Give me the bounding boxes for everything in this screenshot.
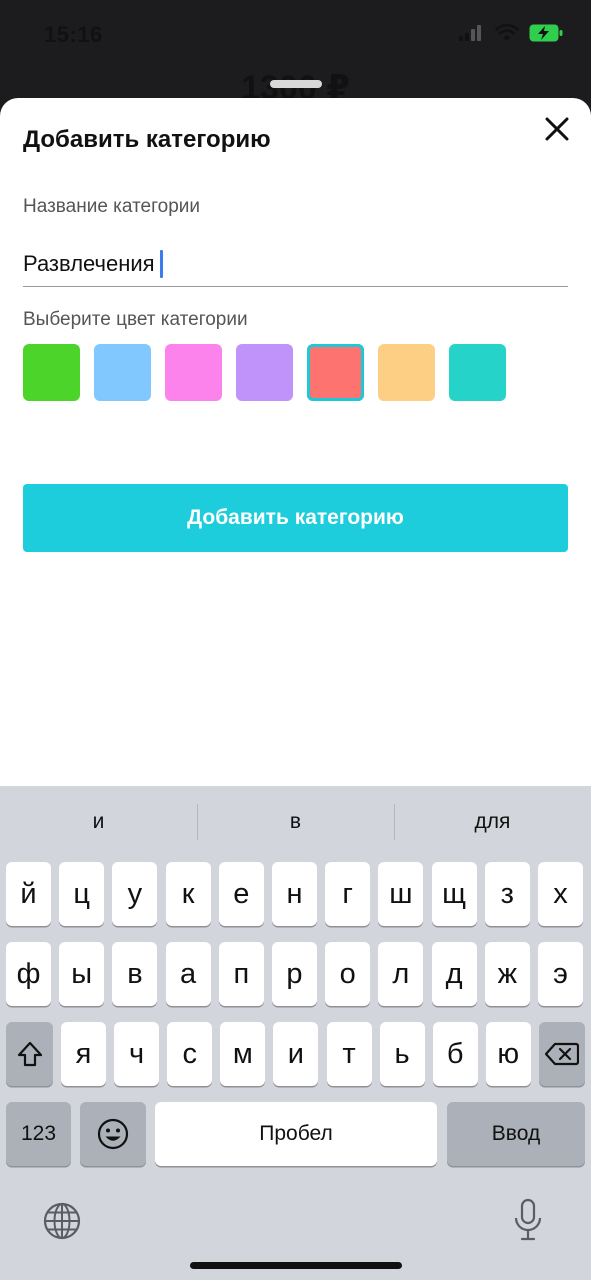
status-icons [459, 24, 563, 42]
add-category-sheet: Добавить категорию Название категории Ра… [0, 98, 591, 788]
return-key[interactable]: Ввод [447, 1102, 585, 1166]
suggestion-item[interactable]: в [197, 802, 394, 842]
status-time: 15:16 [44, 22, 103, 47]
category-name-input[interactable]: Развлечения [23, 241, 568, 287]
key-letter[interactable]: у [112, 862, 158, 926]
microphone-icon [514, 1198, 542, 1241]
color-swatches [23, 344, 506, 401]
home-indicator [190, 1262, 402, 1269]
add-category-button[interactable]: Добавить категорию [23, 484, 568, 552]
key-letter[interactable]: ы [59, 942, 105, 1006]
key-letter[interactable]: э [538, 942, 583, 1006]
key-letter[interactable]: к [165, 862, 211, 926]
status-bar: 15:16 [0, 0, 591, 70]
emoji-key[interactable] [80, 1102, 146, 1166]
key-letter[interactable]: ж [484, 942, 530, 1006]
key-letter[interactable]: щ [431, 862, 477, 926]
key-letter[interactable]: й [6, 862, 51, 926]
key-letter[interactable]: ь [379, 1022, 425, 1086]
color-swatch[interactable] [23, 344, 80, 401]
key-letter[interactable]: ф [6, 942, 51, 1006]
key-letter[interactable]: с [167, 1022, 213, 1086]
dictation-button[interactable] [513, 1198, 543, 1247]
key-letter[interactable]: в [112, 942, 158, 1006]
battery-charging-icon [529, 24, 563, 42]
key-letter[interactable]: а [165, 942, 211, 1006]
globe-icon [43, 1202, 81, 1240]
key-letter[interactable]: х [538, 862, 583, 926]
space-key[interactable]: Пробел [155, 1102, 437, 1166]
globe-button[interactable] [43, 1202, 81, 1245]
suggestion-item[interactable]: и [0, 802, 197, 842]
close-icon [545, 117, 569, 141]
wifi-icon [495, 24, 519, 41]
emoji-icon [97, 1118, 129, 1150]
key-letter[interactable]: д [431, 942, 477, 1006]
key-letter[interactable]: з [484, 862, 530, 926]
shift-key[interactable] [6, 1022, 53, 1086]
key-letter[interactable]: ч [114, 1022, 160, 1086]
key-letter[interactable]: и [273, 1022, 319, 1086]
keyboard: и в для 123 Пробел Ввод й ц у к е н г ш … [0, 786, 591, 1280]
suggestion-bar: и в для [0, 802, 591, 842]
key-letter[interactable]: р [272, 942, 317, 1006]
text-caret [159, 249, 163, 278]
category-name-value: Развлечения [23, 250, 155, 276]
key-letter[interactable]: т [326, 1022, 372, 1086]
backspace-icon [545, 1042, 579, 1066]
close-button[interactable] [538, 110, 576, 148]
color-swatch[interactable] [449, 344, 506, 401]
color-swatch[interactable] [94, 344, 151, 401]
key-letter[interactable]: о [325, 942, 371, 1006]
backspace-key[interactable] [539, 1022, 585, 1086]
key-letter[interactable]: л [378, 942, 424, 1006]
screen: 15:16 1300 ₽ Добавить категорию Название… [0, 0, 591, 1280]
shift-icon [17, 1041, 42, 1067]
sheet-grabber[interactable] [270, 80, 322, 88]
cellular-signal-icon [459, 25, 481, 41]
category-name-label: Название категории [23, 196, 200, 217]
key-letter[interactable]: е [218, 862, 264, 926]
key-letter[interactable]: ш [378, 862, 424, 926]
key-letter[interactable]: я [61, 1022, 106, 1086]
key-letter[interactable]: ц [59, 862, 105, 926]
key-letter[interactable]: ю [485, 1022, 531, 1086]
key-letter[interactable]: п [218, 942, 264, 1006]
color-swatch[interactable] [165, 344, 222, 401]
color-swatch[interactable] [236, 344, 293, 401]
key-letter[interactable]: б [432, 1022, 478, 1086]
suggestion-item[interactable]: для [394, 802, 591, 842]
key-letter[interactable]: м [220, 1022, 266, 1086]
color-swatch[interactable] [378, 344, 435, 401]
numbers-key[interactable]: 123 [6, 1102, 71, 1166]
color-swatch[interactable] [307, 344, 364, 401]
sheet-title: Добавить категорию [23, 126, 271, 153]
key-letter[interactable]: н [272, 862, 317, 926]
category-color-label: Выберите цвет категории [23, 309, 248, 330]
key-letter[interactable]: г [325, 862, 371, 926]
